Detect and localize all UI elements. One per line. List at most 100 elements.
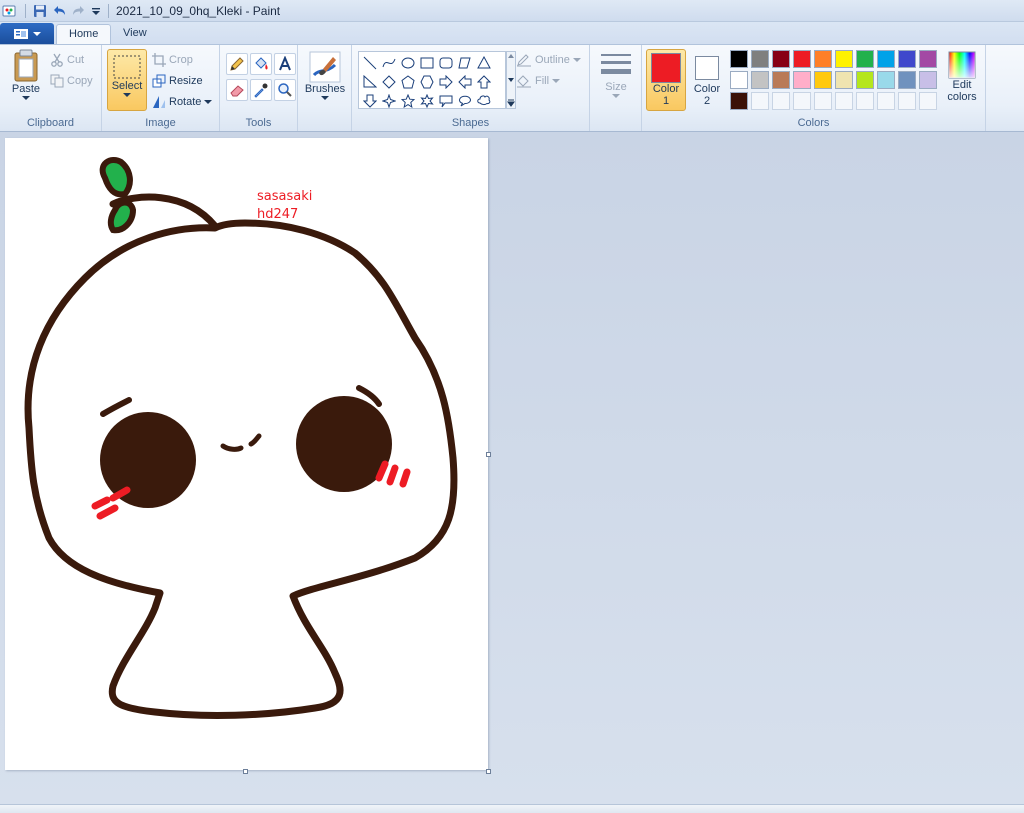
- paste-button[interactable]: Paste: [6, 49, 46, 101]
- triangle-shape[interactable]: [474, 53, 493, 72]
- size-button[interactable]: Size: [596, 51, 636, 99]
- palette-swatch[interactable]: [919, 71, 937, 89]
- oval-callout-shape[interactable]: [455, 91, 474, 110]
- fill-button[interactable]: Fill: [516, 74, 561, 88]
- palette-swatch[interactable]: [814, 71, 832, 89]
- palette-swatch-empty[interactable]: [772, 92, 790, 110]
- curve-shape[interactable]: [379, 53, 398, 72]
- four-point-star-shape[interactable]: [379, 91, 398, 110]
- resize-handle-bottom[interactable]: [243, 769, 248, 774]
- palette-swatch[interactable]: [793, 50, 811, 68]
- palette-swatch[interactable]: [835, 71, 853, 89]
- eraser-tool[interactable]: [226, 79, 248, 101]
- palette-swatch-empty[interactable]: [856, 92, 874, 110]
- up-arrow-shape[interactable]: [474, 72, 493, 91]
- title-bar: 2021_10_09_0hq_Kleki - Paint: [0, 0, 1024, 22]
- palette-swatch-empty[interactable]: [793, 92, 811, 110]
- hexagon-shape[interactable]: [417, 72, 436, 91]
- color-palette: [729, 49, 939, 112]
- diamond-icon: [381, 74, 396, 89]
- shapes-group-label: Shapes: [451, 117, 490, 129]
- text-tool[interactable]: [274, 53, 296, 75]
- palette-swatch[interactable]: [793, 71, 811, 89]
- resize-handle-corner[interactable]: [486, 769, 491, 774]
- brush-icon: [309, 51, 341, 83]
- five-point-star-shape[interactable]: [398, 91, 417, 110]
- edit-colors-button[interactable]: Edit colors: [942, 51, 982, 103]
- palette-swatch-empty[interactable]: [814, 92, 832, 110]
- polygon-shape[interactable]: [455, 53, 474, 72]
- cloud-callout-shape[interactable]: [474, 91, 493, 110]
- customize-toolbar-icon[interactable]: [91, 5, 101, 17]
- palette-swatch-empty[interactable]: [898, 92, 916, 110]
- scroll-arrows-icon: [507, 54, 515, 107]
- oval-shape[interactable]: [398, 53, 417, 72]
- palette-swatch-empty[interactable]: [751, 92, 769, 110]
- magnifier-tool[interactable]: [274, 79, 296, 101]
- palette-swatch[interactable]: [898, 71, 916, 89]
- palette-swatch-empty[interactable]: [835, 92, 853, 110]
- edit-colors-label-2: colors: [947, 91, 977, 103]
- tab-home[interactable]: Home: [56, 24, 112, 45]
- save-icon[interactable]: [33, 4, 47, 18]
- redo-icon[interactable]: [71, 4, 87, 18]
- fill-tool[interactable]: [250, 53, 272, 75]
- rectangular-callout-shape[interactable]: [436, 91, 455, 110]
- rotate-button[interactable]: Rotate: [152, 95, 213, 109]
- palette-swatch[interactable]: [772, 71, 790, 89]
- palette-swatch[interactable]: [856, 71, 874, 89]
- pencil-tool[interactable]: [226, 53, 248, 75]
- color1-button[interactable]: Color 1: [646, 49, 686, 111]
- undo-icon[interactable]: [51, 4, 67, 18]
- image-group: Select Crop Resize Rotate Image: [102, 45, 220, 131]
- line-shape[interactable]: [360, 53, 379, 72]
- right-triangle-shape[interactable]: [360, 72, 379, 91]
- color1-label: Color: [652, 83, 680, 95]
- select-button[interactable]: Select: [107, 49, 147, 111]
- color2-button[interactable]: Color 2: [688, 49, 726, 111]
- rectangle-shape[interactable]: [417, 53, 436, 72]
- resize-button[interactable]: Resize: [152, 74, 203, 88]
- brushes-label: Brushes: [304, 83, 346, 95]
- diamond-shape[interactable]: [379, 72, 398, 91]
- rounded-rectangle-shape[interactable]: [436, 53, 455, 72]
- tab-view[interactable]: View: [111, 24, 159, 45]
- down-arrow-shape[interactable]: [360, 91, 379, 110]
- palette-swatch[interactable]: [772, 50, 790, 68]
- palette-swatch[interactable]: [898, 50, 916, 68]
- palette-swatch-empty[interactable]: [919, 92, 937, 110]
- palette-swatch-empty[interactable]: [877, 92, 895, 110]
- six-point-star-shape[interactable]: [417, 91, 436, 110]
- palette-swatch[interactable]: [877, 71, 895, 89]
- palette-swatch[interactable]: [835, 50, 853, 68]
- right-arrow-shape[interactable]: [436, 72, 455, 91]
- resize-handle-right[interactable]: [486, 452, 491, 457]
- palette-swatch[interactable]: [730, 50, 748, 68]
- palette-swatch[interactable]: [814, 50, 832, 68]
- brushes-button[interactable]: Brushes: [303, 51, 347, 101]
- palette-swatch[interactable]: [919, 50, 937, 68]
- cut-button[interactable]: Cut: [50, 53, 84, 67]
- palette-swatch[interactable]: [730, 92, 748, 110]
- window-title: 2021_10_09_0hq_Kleki - Paint: [116, 3, 281, 18]
- oval-callout-icon: [458, 95, 471, 106]
- palette-swatch[interactable]: [856, 50, 874, 68]
- palette-swatch[interactable]: [730, 71, 748, 89]
- paint-app-icon[interactable]: [2, 3, 18, 19]
- colors-group-label: Colors: [797, 117, 830, 129]
- palette-swatch[interactable]: [751, 50, 769, 68]
- left-arrow-shape[interactable]: [455, 72, 474, 91]
- paint-menu-button[interactable]: [0, 23, 54, 44]
- shapes-scrollbar[interactable]: [506, 51, 516, 109]
- color-picker-tool[interactable]: [250, 79, 272, 101]
- quick-access-toolbar: [0, 0, 112, 22]
- pentagon-shape[interactable]: [398, 72, 417, 91]
- copy-button[interactable]: Copy: [50, 74, 93, 88]
- drawing-canvas[interactable]: sasasaki hd247: [5, 138, 488, 770]
- palette-swatch[interactable]: [751, 71, 769, 89]
- palette-swatch[interactable]: [877, 50, 895, 68]
- crop-button[interactable]: Crop: [152, 53, 193, 67]
- chevron-down-icon: [612, 94, 620, 98]
- head-outline: [24, 219, 458, 719]
- outline-button[interactable]: Outline: [516, 53, 581, 67]
